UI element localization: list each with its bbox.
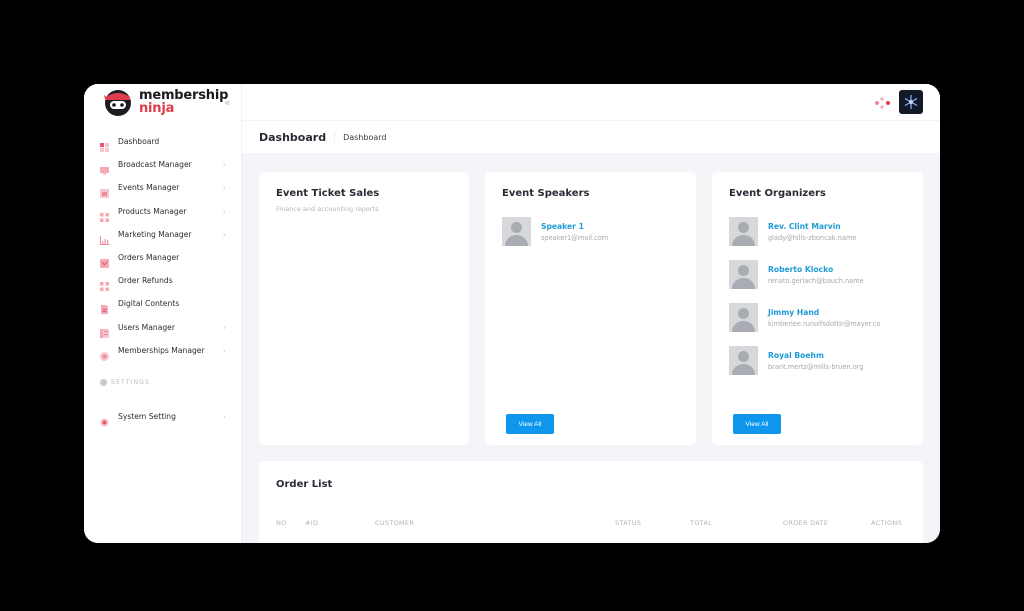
membership-icon [100, 346, 109, 361]
organizer-email: glady@hills-zboncak.name [768, 233, 857, 242]
chevron-right-icon: › [222, 412, 226, 422]
sidebar-item-broadcast-manager[interactable]: Broadcast Manager › [84, 153, 242, 176]
column-header-total[interactable]: TOTAL [690, 519, 712, 527]
card-title: Event Speakers [502, 188, 590, 199]
sidebar-item-label: Broadcast Manager [118, 160, 192, 170]
chevron-right-icon: › [222, 160, 226, 170]
event-speakers-card: Event Speakers Speaker 1 speaker1@mail.c… [485, 172, 696, 445]
page-header: Dashboard Dashboard [242, 121, 940, 153]
settings-section-heading: SETTINGS [100, 379, 150, 386]
organizer-email: renato.gerlach@bauch.name [768, 276, 864, 285]
sidebar-item-digital-contents[interactable]: Digital Contents [84, 292, 242, 315]
users-icon [100, 323, 109, 338]
card-title: Event Organizers [729, 188, 826, 199]
column-header-actions[interactable]: ACTIONS [871, 519, 902, 527]
avatar [729, 346, 758, 375]
column-header-order-date[interactable]: ORDER DATE [783, 519, 828, 527]
sidebar-item-dashboard[interactable]: Dashboard [84, 130, 242, 153]
gear-icon [100, 412, 109, 427]
avatar [729, 260, 758, 289]
column-header-customer[interactable]: CUSTOMER [375, 519, 414, 527]
chevron-right-icon: › [222, 345, 226, 355]
page-title: Dashboard [259, 130, 327, 144]
settings-gear-icon [100, 379, 107, 386]
sidebar-item-label: Products Manager [118, 206, 187, 216]
view-all-organizers-button[interactable]: View All [733, 414, 781, 434]
breadcrumb-item[interactable]: Dashboard [343, 133, 386, 142]
ninja-logo-icon [102, 86, 134, 118]
sidebar-item-products-manager[interactable]: Products Manager › [84, 200, 242, 223]
avatar [502, 217, 531, 246]
sidebar-item-users-manager[interactable]: Users Manager › [84, 316, 242, 339]
brand-name-accent: ninja [139, 101, 175, 116]
avatar [729, 303, 758, 332]
event-organizers-card: Event Organizers Rev. Clint Marvin glady… [712, 172, 923, 445]
sidebar-item-label: Memberships Manager [118, 345, 205, 355]
sidebar-nav: Dashboard Broadcast Manager › Events Man… [84, 130, 242, 362]
sidebar-item-orders-manager[interactable]: Orders Manager [84, 246, 242, 269]
chevron-right-icon: › [222, 229, 226, 239]
sidebar-item-label: Dashboard [118, 137, 160, 147]
organizer-item[interactable]: Jimmy Hand kimberlee.runolfsdottir@mayer… [729, 303, 881, 332]
speaker-name[interactable]: Speaker 1 [541, 222, 608, 231]
sidebar: membership ninja « Dashboard Broadcast M… [84, 84, 242, 543]
products-icon [100, 207, 109, 222]
sidebar-item-label: Users Manager [118, 322, 175, 332]
logo[interactable]: membership ninja [102, 86, 228, 118]
marketing-icon [100, 230, 109, 245]
speaker-email: speaker1@mail.com [541, 233, 609, 242]
card-title: Event Ticket Sales [276, 188, 380, 199]
app-window: membership ninja « Dashboard Broadcast M… [84, 84, 940, 543]
network-icon[interactable] [874, 95, 890, 109]
organizer-email: kimberlee.runolfsdottir@mayer.co [768, 319, 881, 328]
snowflake-app-icon[interactable] [899, 90, 923, 114]
sidebar-item-label: Order Refunds [118, 276, 173, 286]
dashboard-icon [100, 137, 109, 153]
order-list-card: Order List NO #ID CUSTOMER STATUS TOTAL … [259, 461, 923, 543]
organizer-item[interactable]: Rev. Clint Marvin glady@hills-zboncak.na… [729, 217, 856, 246]
event-ticket-sales-card: Event Ticket Sales Finance and accountin… [259, 172, 469, 445]
organizer-email: brant.mertz@mills-bruen.org [768, 362, 864, 371]
sidebar-item-events-manager[interactable]: Events Manager › [84, 176, 242, 199]
chevron-double-left-icon[interactable]: « [224, 96, 231, 109]
top-bar [242, 84, 940, 121]
broadcast-icon [100, 160, 109, 176]
column-header-no[interactable]: NO [276, 519, 287, 527]
events-icon [100, 183, 109, 199]
organizer-item[interactable]: Royal Boehm brant.mertz@mills-bruen.org [729, 346, 864, 375]
refunds-icon [100, 276, 109, 292]
document-icon [100, 299, 109, 315]
sidebar-item-label: Digital Contents [118, 299, 180, 309]
speaker-item[interactable]: Speaker 1 speaker1@mail.com [502, 217, 608, 246]
sidebar-item-label: System Setting [118, 412, 176, 422]
chevron-right-icon: › [222, 206, 226, 216]
sidebar-item-memberships-manager[interactable]: Memberships Manager › [84, 339, 242, 362]
sidebar-item-label: Events Manager [118, 183, 180, 193]
sidebar-item-marketing-manager[interactable]: Marketing Manager › [84, 223, 242, 246]
column-header-id[interactable]: #ID [305, 519, 318, 527]
sidebar-item-order-refunds[interactable]: Order Refunds [84, 269, 242, 292]
organizer-name[interactable]: Royal Boehm [768, 351, 864, 360]
sidebar-item-label: Orders Manager [118, 253, 180, 263]
card-title: Order List [276, 479, 333, 490]
chevron-right-icon: › [222, 183, 226, 193]
avatar [729, 217, 758, 246]
organizer-item[interactable]: Roberto Klocko renato.gerlach@bauch.name [729, 260, 864, 289]
chevron-right-icon: › [222, 322, 226, 332]
organizer-name[interactable]: Jimmy Hand [768, 308, 881, 317]
column-header-status[interactable]: STATUS [615, 519, 641, 527]
sidebar-item-label: Marketing Manager [118, 229, 192, 239]
organizer-name[interactable]: Roberto Klocko [768, 265, 864, 274]
sidebar-item-system-setting[interactable]: System Setting › [84, 405, 242, 428]
view-all-speakers-button[interactable]: View All [506, 414, 554, 434]
card-subtitle: Finance and accounting reports [276, 205, 379, 213]
dashboard-content: Event Ticket Sales Finance and accountin… [242, 153, 940, 543]
breadcrumb-divider [334, 131, 336, 143]
orders-icon [100, 253, 109, 269]
organizer-name[interactable]: Rev. Clint Marvin [768, 222, 856, 231]
